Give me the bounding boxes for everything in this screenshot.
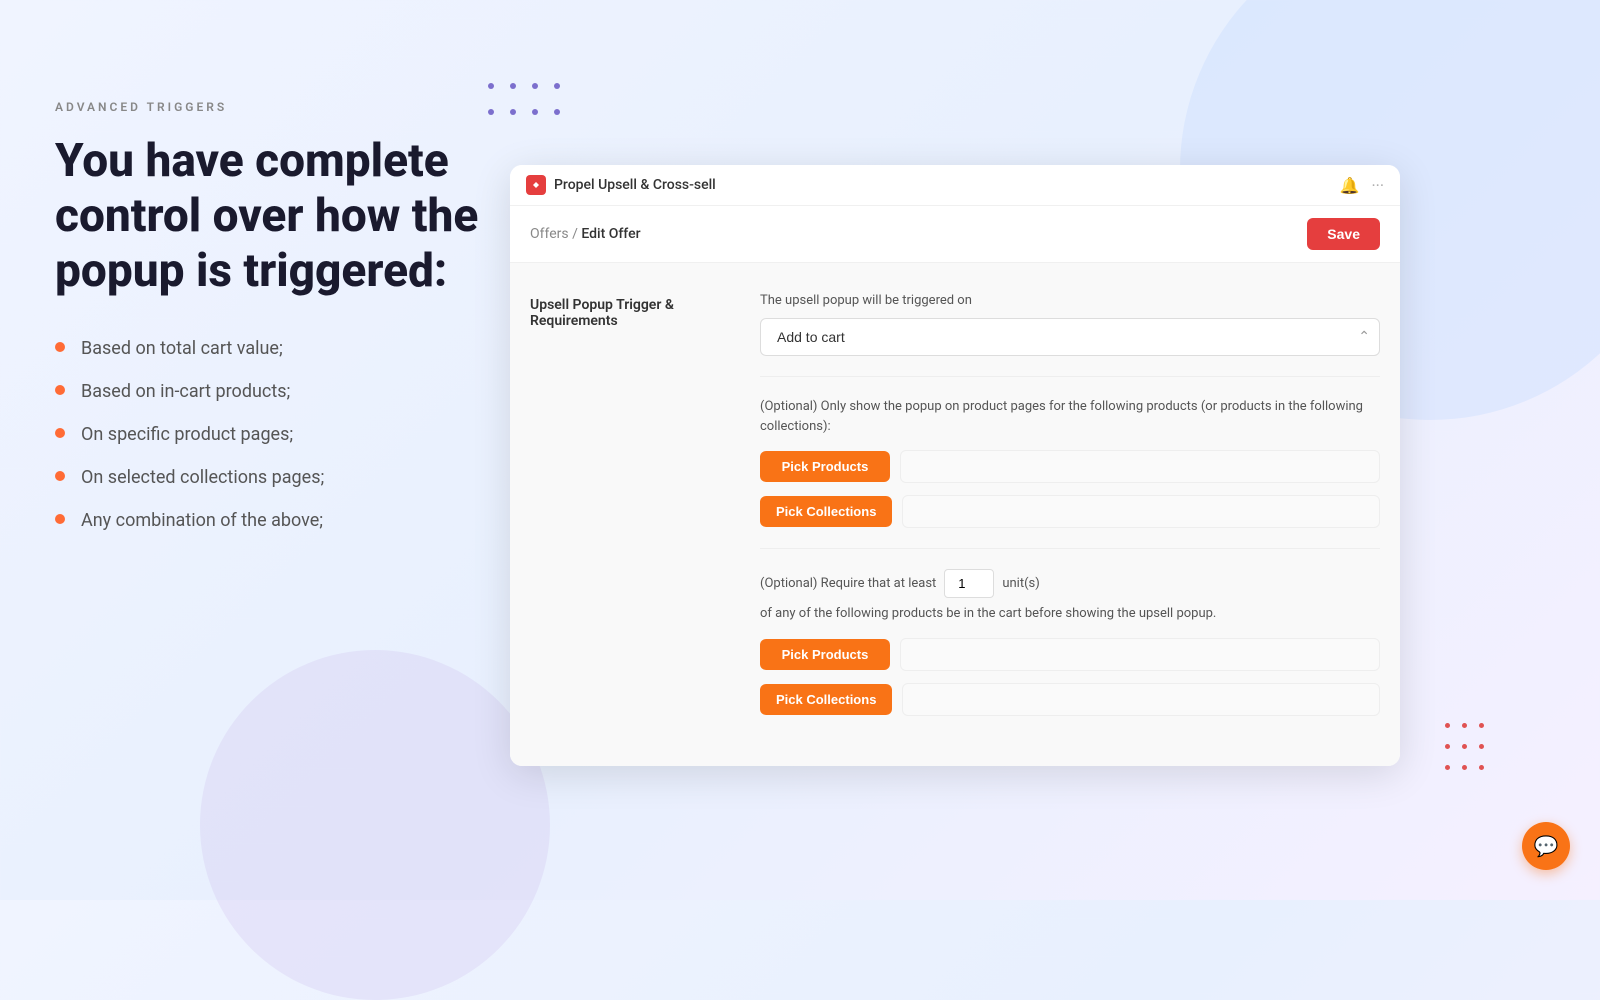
trigger-section: The upsell popup will be triggered on Ad… xyxy=(760,293,1380,356)
bullet-dot xyxy=(55,471,65,481)
optional-section-2: (Optional) Require that at least unit(s)… xyxy=(760,569,1380,716)
divider-1 xyxy=(760,376,1380,377)
pick-collections-row-2: Pick Collections xyxy=(760,683,1380,716)
section-tag: ADVANCED TRIGGERS xyxy=(55,100,495,114)
pick-collections-input-2[interactable] xyxy=(902,683,1380,716)
pick-collections-input-1[interactable] xyxy=(902,495,1380,528)
units-label: unit(s) xyxy=(1002,576,1039,591)
bell-icon[interactable]: 🔔 xyxy=(1340,176,1360,195)
trigger-select-wrapper: Add to cart Page load Exit intent Time o… xyxy=(760,318,1380,356)
bullet-text: On specific product pages; xyxy=(81,422,293,447)
list-item: Based on total cart value; xyxy=(55,336,495,361)
pick-products-input-1[interactable] xyxy=(900,450,1380,483)
list-item: On specific product pages; xyxy=(55,422,495,447)
app-title: Propel Upsell & Cross-sell xyxy=(554,177,716,193)
bullet-text: Any combination of the above; xyxy=(81,508,323,533)
app-window: Propel Upsell & Cross-sell 🔔 ··· Offers … xyxy=(510,165,1400,766)
main-heading: You have complete control over how the p… xyxy=(55,134,495,300)
bullet-dot xyxy=(55,385,65,395)
title-bar-right: 🔔 ··· xyxy=(1340,176,1384,195)
pick-products-button-1[interactable]: Pick Products xyxy=(760,451,890,482)
main-content: Upsell Popup Trigger & Requirements The … xyxy=(510,263,1400,766)
pick-collections-button-2[interactable]: Pick Collections xyxy=(760,684,892,715)
bullet-dot xyxy=(55,342,65,352)
optional-section-1: (Optional) Only show the popup on produc… xyxy=(760,397,1380,528)
chat-icon: 💬 xyxy=(1534,834,1559,859)
pick-products-row-1: Pick Products xyxy=(760,450,1380,483)
bullet-text: On selected collections pages; xyxy=(81,465,324,490)
dot-grid-red xyxy=(1439,717,1490,780)
more-options-icon[interactable]: ··· xyxy=(1371,176,1384,195)
breadcrumb-current: Edit Offer xyxy=(581,226,640,242)
title-bar: Propel Upsell & Cross-sell 🔔 ··· xyxy=(510,165,1400,206)
units-desc: of any of the following products be in t… xyxy=(760,604,1380,624)
list-item: Any combination of the above; xyxy=(55,508,495,533)
breadcrumb-parent[interactable]: Offers xyxy=(530,226,569,242)
pick-products-row-2: Pick Products xyxy=(760,638,1380,671)
breadcrumb: Offers / Edit Offer xyxy=(530,226,641,242)
units-input[interactable] xyxy=(944,569,994,598)
divider-2 xyxy=(760,548,1380,549)
trigger-select[interactable]: Add to cart Page load Exit intent Time o… xyxy=(760,318,1380,356)
app-icon xyxy=(526,175,546,195)
breadcrumb-separator: / xyxy=(572,226,581,242)
list-item: Based on in-cart products; xyxy=(55,379,495,404)
title-bar-left: Propel Upsell & Cross-sell xyxy=(526,175,716,195)
pick-collections-button-1[interactable]: Pick Collections xyxy=(760,496,892,527)
pick-collections-row-1: Pick Collections xyxy=(760,495,1380,528)
section-label: Upsell Popup Trigger & Requirements xyxy=(530,293,730,736)
chat-button[interactable]: 💬 xyxy=(1522,822,1570,870)
bullet-dot xyxy=(55,428,65,438)
optional-text-1: (Optional) Only show the popup on produc… xyxy=(760,397,1380,436)
units-section: (Optional) Require that at least unit(s)… xyxy=(760,569,1380,624)
bullet-text: Based on in-cart products; xyxy=(81,379,290,404)
bullet-list: Based on total cart value; Based on in-c… xyxy=(55,336,495,534)
list-item: On selected collections pages; xyxy=(55,465,495,490)
bullet-dot xyxy=(55,514,65,524)
trigger-helper-text: The upsell popup will be triggered on xyxy=(760,293,1380,308)
form-area: The upsell popup will be triggered on Ad… xyxy=(760,293,1380,736)
breadcrumb-bar: Offers / Edit Offer Save xyxy=(510,206,1400,263)
units-prefix-text: (Optional) Require that at least xyxy=(760,576,936,591)
bg-circle-bottom-left xyxy=(200,650,550,1000)
save-button[interactable]: Save xyxy=(1307,218,1380,250)
bullet-text: Based on total cart value; xyxy=(81,336,283,361)
left-panel: ADVANCED TRIGGERS You have complete cont… xyxy=(55,100,495,552)
pick-products-button-2[interactable]: Pick Products xyxy=(760,639,890,670)
pick-products-input-2[interactable] xyxy=(900,638,1380,671)
units-row: (Optional) Require that at least unit(s) xyxy=(760,569,1380,598)
